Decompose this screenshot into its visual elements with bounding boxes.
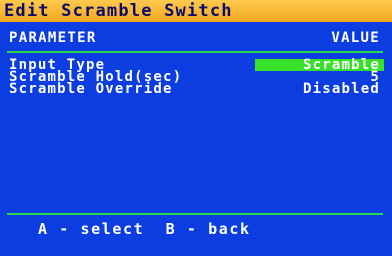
header-divider [7,51,383,53]
param-value: Scramble [302,57,380,73]
param-row-scramble-override[interactable]: Scramble Override Disabled [0,81,392,97]
title-bar: Edit Scramble Switch [0,0,392,22]
column-header-parameter: PARAMETER [9,30,97,46]
param-value: Disabled [302,81,380,97]
scramble-switch-screen: Edit Scramble Switch PARAMETER VALUE Inp… [0,0,392,256]
column-header-value: VALUE [331,30,380,46]
param-label: Scramble Override [9,81,173,97]
parameter-panel: PARAMETER VALUE Input Type Scramble Scra… [0,22,392,256]
footer-divider [7,213,383,215]
controls-hint: A - select B - back [38,220,251,238]
window-title: Edit Scramble Switch [4,1,233,21]
